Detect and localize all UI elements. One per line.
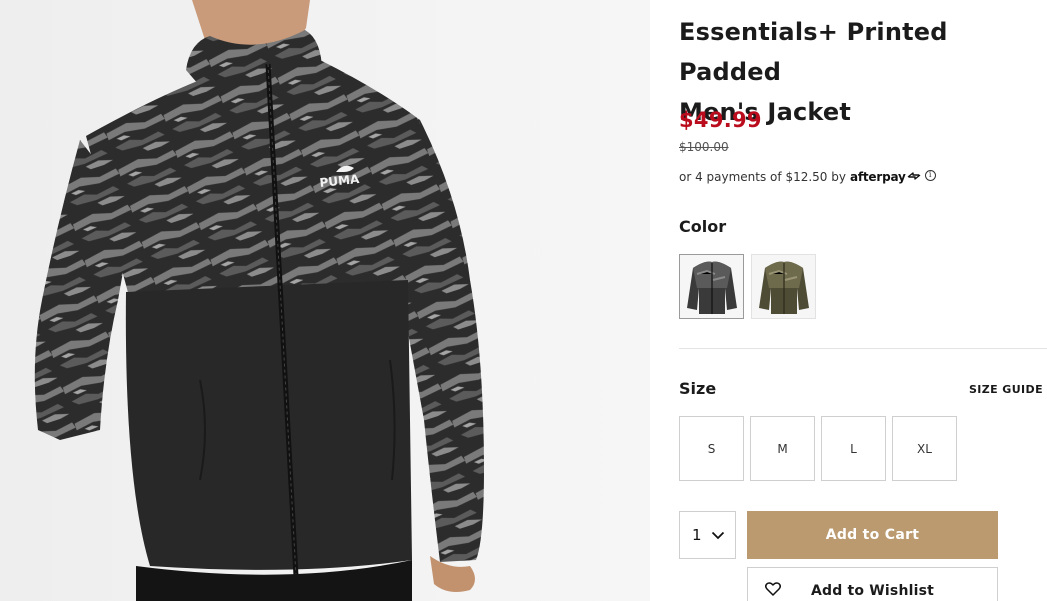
size-option-l[interactable]: L bbox=[821, 416, 886, 481]
info-icon[interactable]: i bbox=[924, 169, 936, 181]
product-image[interactable]: PUMA bbox=[0, 0, 650, 601]
chevron-down-icon bbox=[711, 526, 725, 544]
color-swatch-black[interactable] bbox=[679, 254, 744, 319]
afterpay-text: or 4 payments of $12.50 by bbox=[679, 170, 846, 184]
size-option-m[interactable]: M bbox=[750, 416, 815, 481]
product-photo-puffer-jacket: PUMA bbox=[0, 0, 650, 601]
quantity-select[interactable]: 1 bbox=[679, 511, 736, 559]
afterpay-logo: afterpay bbox=[849, 170, 906, 184]
original-price: $100.00 bbox=[679, 140, 729, 154]
product-details-panel: Essentials+ Printed Padded Men's Jacket … bbox=[679, 0, 1047, 601]
color-swatch-olive[interactable] bbox=[751, 254, 816, 319]
sale-price: $49.99 bbox=[679, 108, 762, 132]
color-label: Color bbox=[679, 217, 727, 236]
size-option-xl[interactable]: XL bbox=[892, 416, 957, 481]
size-options: S M L XL bbox=[679, 416, 957, 481]
olive-camo-jacket-thumbnail bbox=[758, 261, 809, 314]
size-label: Size bbox=[679, 379, 717, 398]
black-camo-jacket-thumbnail bbox=[686, 261, 737, 314]
add-to-wishlist-button[interactable]: Add to Wishlist bbox=[747, 567, 998, 601]
size-guide-link[interactable]: SIZE GUIDE bbox=[969, 383, 1043, 396]
quantity-value: 1 bbox=[692, 526, 702, 544]
heart-icon bbox=[765, 582, 781, 600]
size-option-s[interactable]: S bbox=[679, 416, 744, 481]
add-to-wishlist-label: Add to Wishlist bbox=[810, 583, 935, 599]
afterpay-arrows-icon bbox=[907, 170, 921, 184]
afterpay-message: or 4 payments of $12.50 by afterpay i bbox=[679, 169, 936, 184]
section-divider bbox=[679, 348, 1047, 349]
add-to-cart-button[interactable]: Add to Cart bbox=[747, 511, 998, 559]
color-swatches bbox=[679, 254, 816, 319]
product-title-line1: Essentials+ Printed Padded bbox=[679, 18, 948, 86]
